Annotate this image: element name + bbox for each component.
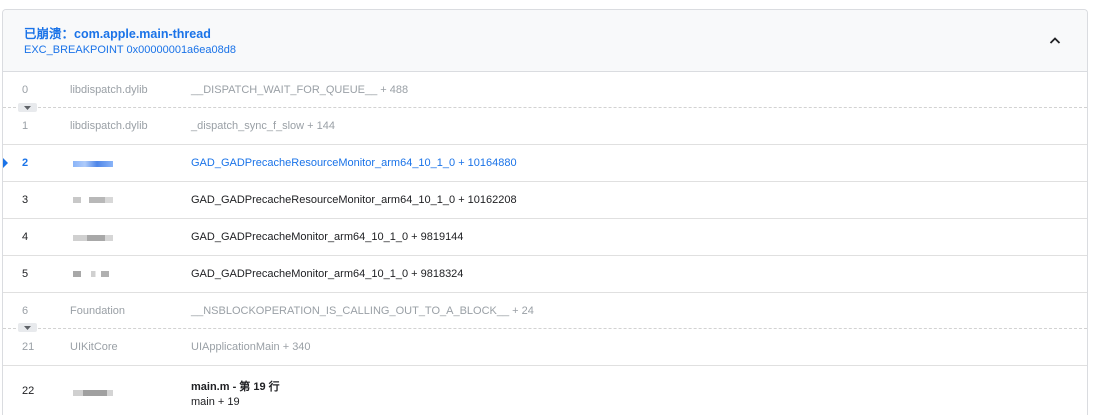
stack-frame-selected[interactable]: 2 GAD_GADPrecacheResourceMonitor_arm64_1… <box>3 145 1087 182</box>
redacted-library-name <box>73 271 109 277</box>
frame-index: 21 <box>22 341 35 353</box>
frame-index: 5 <box>22 268 29 280</box>
frame-library: libdispatch.dylib <box>70 83 148 96</box>
stack-frame[interactable]: 1 libdispatch.dylib _dispatch_sync_f_slo… <box>3 108 1087 145</box>
chevron-up-icon <box>1049 37 1061 44</box>
frame-symbol-offset: main + 19 <box>191 396 240 408</box>
collapse-button[interactable] <box>1043 28 1067 52</box>
frame-index: 22 <box>22 385 35 397</box>
stack-frame[interactable]: 22 main.m - 第 19 行 main + 19 <box>3 366 1087 415</box>
redacted-library-name <box>73 197 113 203</box>
frame-symbol: GAD_GADPrecacheResourceMonitor_arm64_10_… <box>191 157 517 169</box>
redacted-library-name <box>73 390 113 396</box>
frame-symbol: GAD_GADPrecacheResourceMonitor_arm64_10_… <box>191 194 517 206</box>
thread-header[interactable]: 已崩溃：com.apple.main-thread EXC_BREAKPOINT… <box>3 10 1087 72</box>
frame-library: libdispatch.dylib <box>70 120 148 132</box>
frame-symbol: GAD_GADPrecacheMonitor_arm64_10_1_0 + 98… <box>191 268 464 280</box>
frame-index: 2 <box>22 157 29 169</box>
stack-frame[interactable]: 5 GAD_GADPrecacheMonitor_arm64_10_1_0 + … <box>3 256 1087 293</box>
frame-index: 3 <box>22 194 29 206</box>
stack-frame[interactable]: 0 libdispatch.dylib __DISPATCH_WAIT_FOR_… <box>3 72 1087 108</box>
stack-frame[interactable]: 6 Foundation __NSBLOCKOPERATION_IS_CALLI… <box>3 293 1087 329</box>
stack-frame[interactable]: 3 GAD_GADPrecacheResourceMonitor_arm64_1… <box>3 182 1087 219</box>
exception-label: EXC_BREAKPOINT 0x00000001a6ea08d8 <box>24 44 236 56</box>
frame-index: 6 <box>22 304 29 317</box>
frame-symbol: _dispatch_sync_f_slow + 144 <box>191 120 336 132</box>
frame-index: 0 <box>22 83 29 96</box>
frame-symbol: UIApplicationMain + 340 <box>191 341 311 353</box>
stack-frame[interactable]: 21 UIKitCore UIApplicationMain + 340 <box>3 329 1087 366</box>
redacted-library-name <box>73 161 113 167</box>
selected-frame-marker-icon <box>3 158 8 168</box>
frame-symbol: GAD_GADPrecacheMonitor_arm64_10_1_0 + 98… <box>191 231 464 243</box>
frame-symbol: __NSBLOCKOPERATION_IS_CALLING_OUT_TO_A_B… <box>191 304 534 317</box>
thread-title: 已崩溃：com.apple.main-thread <box>24 27 211 41</box>
frame-symbol-block: main.m - 第 19 行 main + 19 <box>191 378 280 408</box>
frame-library: UIKitCore <box>70 341 118 353</box>
frame-library: Foundation <box>70 304 126 317</box>
crash-thread-panel: 已崩溃：com.apple.main-thread EXC_BREAKPOINT… <box>2 9 1088 415</box>
redacted-library-name <box>73 235 113 241</box>
frame-symbol: __DISPATCH_WAIT_FOR_QUEUE__ + 488 <box>191 83 409 96</box>
frame-index: 1 <box>22 120 29 132</box>
frame-symbol-file-line: main.m - 第 19 行 <box>191 381 280 393</box>
stack-frame[interactable]: 4 GAD_GADPrecacheMonitor_arm64_10_1_0 + … <box>3 219 1087 256</box>
frame-index: 4 <box>22 231 29 243</box>
